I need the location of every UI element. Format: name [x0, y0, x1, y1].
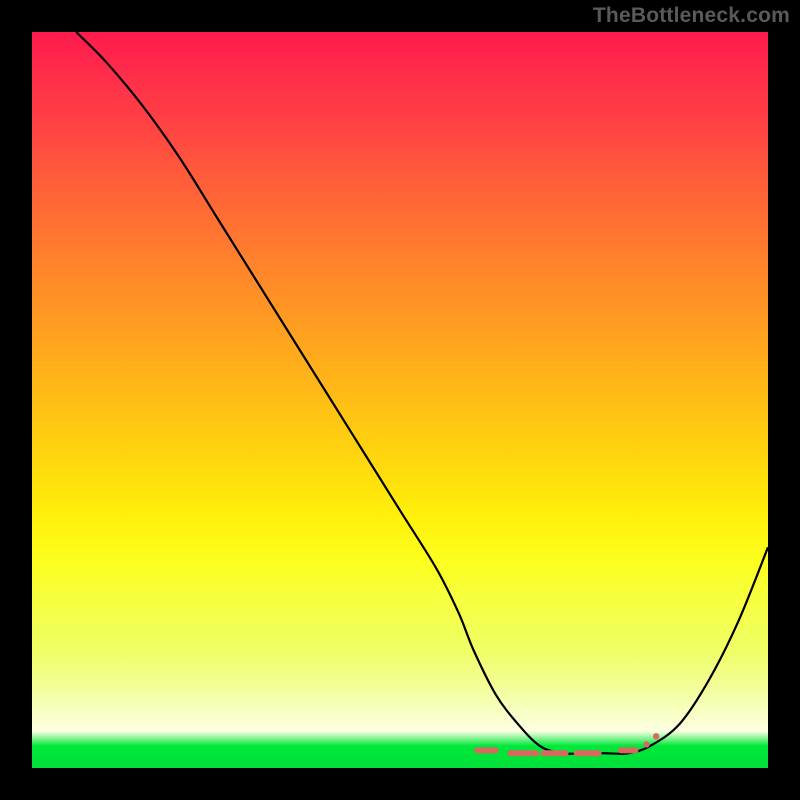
optimal-dot: [653, 733, 659, 739]
curve-svg: [32, 32, 768, 768]
chart-frame: TheBottleneck.com: [0, 0, 800, 800]
plot-area: [32, 32, 768, 768]
watermark-text: TheBottleneck.com: [593, 4, 790, 28]
optimal-dot: [643, 741, 649, 747]
optimal-range-markers: [477, 733, 659, 753]
bottleneck-curve: [76, 32, 768, 754]
